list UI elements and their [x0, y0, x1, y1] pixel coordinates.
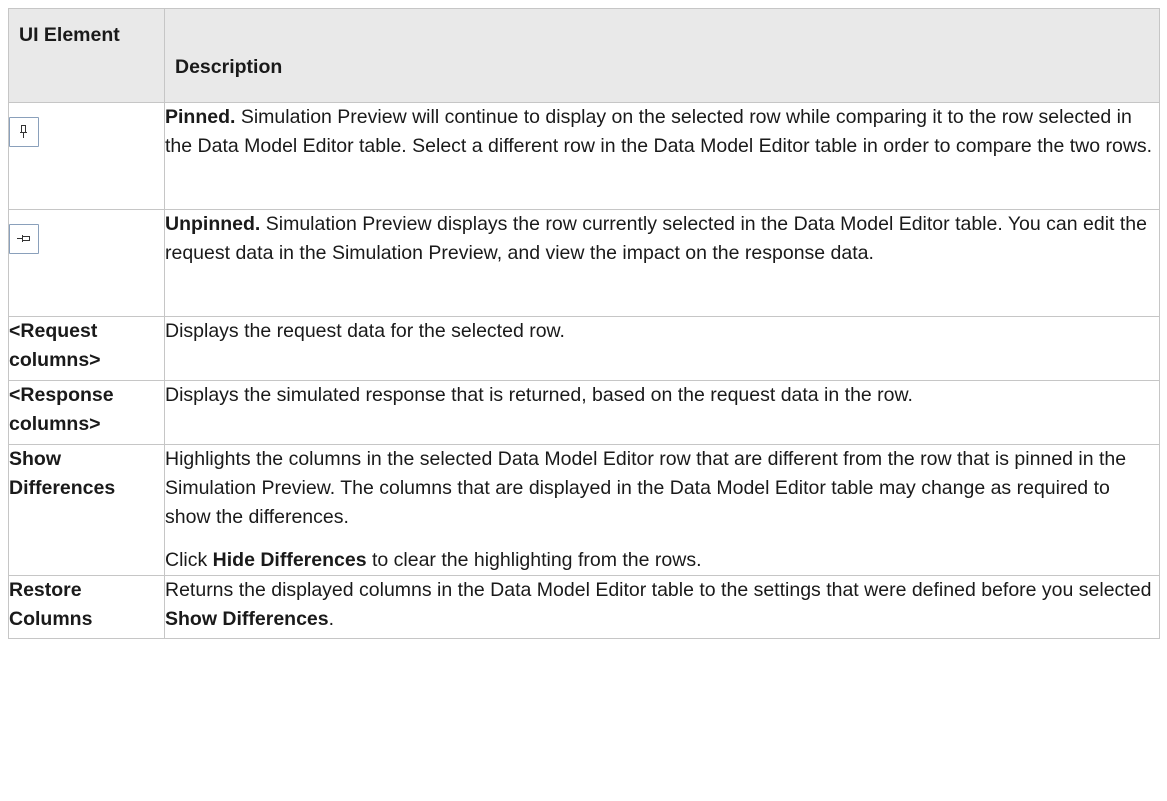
table-row: Unpinned. Simulation Preview displays th… [8, 209, 1160, 317]
description-cell: Returns the displayed columns in the Dat… [164, 575, 1160, 639]
ui-elements-table: UI Element Description Pinned. Simulatio… [8, 8, 1160, 639]
header-ui-element: UI Element [8, 8, 165, 103]
description-text: Unpinned. Simulation Preview displays th… [165, 213, 1147, 264]
term-show-differences: Show Differences [165, 608, 329, 630]
term-unpinned: Unpinned. [165, 213, 261, 235]
ui-element-label: <Request columns> [8, 316, 165, 381]
table-row: Restore Columns Returns the displayed co… [8, 575, 1160, 639]
ui-element-label: Restore Columns [8, 575, 165, 639]
description-text: Displays the simulated response that is … [165, 384, 913, 406]
pin-unpinned-icon [9, 224, 39, 254]
description-cell: Highlights the columns in the selected D… [164, 444, 1160, 576]
description-text: Displays the request data for the select… [165, 320, 565, 342]
ui-element-label: <Response columns> [8, 380, 165, 445]
header-description: Description [164, 8, 1160, 103]
table-row: <Response columns> Displays the simulate… [8, 380, 1160, 445]
description-text: Pinned. Simulation Preview will continue… [165, 106, 1153, 157]
table-row: Show Differences Highlights the columns … [8, 444, 1160, 576]
ui-element-cell [8, 209, 165, 317]
description-cell: Displays the simulated response that is … [164, 380, 1160, 445]
ui-element-label: Show Differences [8, 444, 165, 576]
description-note: Click Hide Differences to clear the high… [165, 549, 702, 571]
table-row: <Request columns> Displays the request d… [8, 316, 1160, 381]
description-cell: Displays the request data for the select… [164, 316, 1160, 381]
term-hide-differences: Hide Differences [212, 549, 367, 571]
description-cell: Unpinned. Simulation Preview displays th… [164, 209, 1160, 317]
term-pinned: Pinned. [165, 106, 236, 128]
ui-element-cell [8, 102, 165, 210]
description-text: Highlights the columns in the selected D… [165, 448, 1127, 528]
table-header-row: UI Element Description [8, 8, 1160, 103]
pin-pinned-icon [9, 117, 39, 147]
description-cell: Pinned. Simulation Preview will continue… [164, 102, 1160, 210]
table-row: Pinned. Simulation Preview will continue… [8, 102, 1160, 210]
description-text: Returns the displayed columns in the Dat… [165, 579, 1152, 630]
